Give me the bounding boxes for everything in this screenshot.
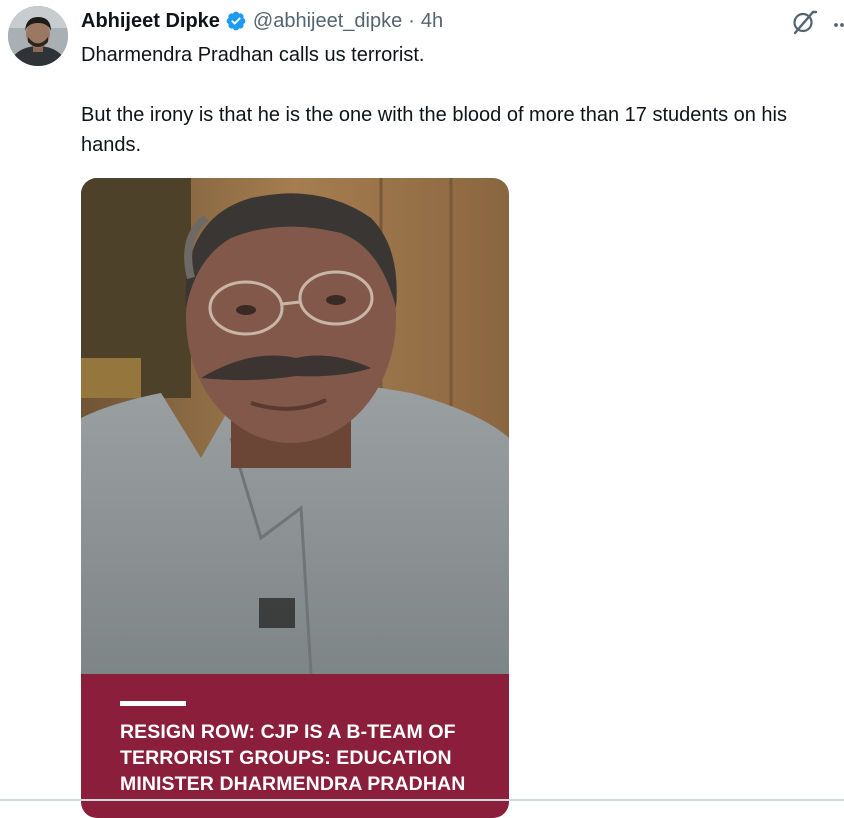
media-caption: RESIGN ROW: CJP IS A B-TEAM OF TERRORIST… bbox=[81, 674, 509, 818]
timestamp[interactable]: 4h bbox=[421, 10, 443, 33]
avatar-image bbox=[8, 6, 68, 66]
tweet-text-line: But the irony is that he is the one with… bbox=[81, 104, 787, 156]
verified-badge-icon bbox=[225, 10, 247, 32]
avatar[interactable] bbox=[8, 6, 68, 66]
grok-icon bbox=[793, 10, 818, 35]
tweet-media[interactable]: RESIGN ROW: CJP IS A B-TEAM OF TERRORIST… bbox=[81, 178, 509, 818]
caption-accent-bar bbox=[120, 701, 186, 706]
media-photo bbox=[81, 178, 509, 674]
more-options-icon bbox=[834, 23, 844, 27]
tweet-header: Abhijeet Dipke @abhijeet_dipke · 4h bbox=[81, 8, 443, 34]
more-options-button[interactable] bbox=[828, 8, 844, 36]
tweet-text: Dharmendra Pradhan calls us terrorist. B… bbox=[81, 40, 836, 160]
separator-dot: · bbox=[408, 9, 415, 32]
author-handle[interactable]: @abhijeet_dipke bbox=[253, 10, 402, 33]
author-name[interactable]: Abhijeet Dipke bbox=[81, 10, 220, 33]
grok-button[interactable] bbox=[790, 8, 818, 36]
tweet-text-line: Dharmendra Pradhan calls us terrorist. bbox=[81, 44, 425, 66]
caption-headline: RESIGN ROW: CJP IS A B-TEAM OF TERRORIST… bbox=[120, 721, 466, 795]
